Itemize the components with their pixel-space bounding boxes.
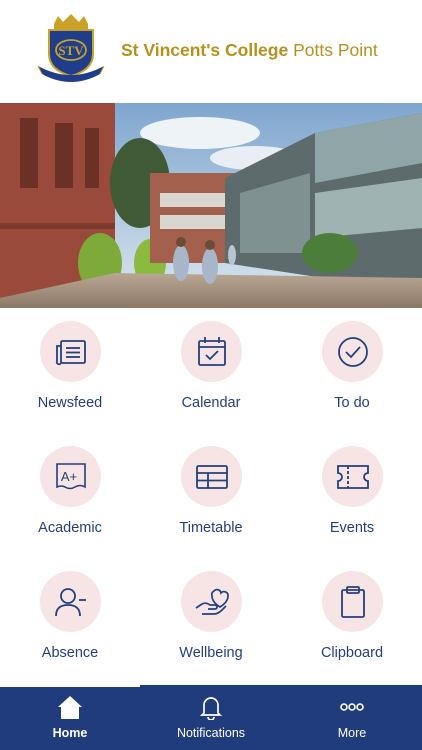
tile-absence[interactable]: Absence [0, 558, 140, 683]
tile-label: Newsfeed [37, 395, 103, 411]
tile-circle [181, 571, 242, 632]
tile-clipboard[interactable]: Clipboard [282, 558, 422, 683]
calendar-icon [197, 336, 226, 366]
tile-circle: A+ [40, 446, 101, 507]
absence-user-icon [54, 587, 86, 616]
college-name: St Vincent's College Potts Point [121, 40, 378, 61]
tile-circle [181, 446, 242, 507]
tile-circle [322, 321, 383, 382]
tile-events[interactable]: Events [282, 433, 422, 558]
campus-hero-image [0, 103, 422, 308]
todo-check-icon [337, 336, 368, 367]
tile-newsfeed[interactable]: Newsfeed [0, 308, 140, 433]
bell-icon [199, 697, 223, 720]
app-header: STV St Vincent's College Potts Point [0, 0, 422, 103]
academic-grade-icon: A+ [55, 462, 86, 489]
clipboard-icon [340, 585, 365, 618]
tab-label: Notifications [176, 726, 246, 740]
tile-circle [40, 321, 101, 382]
timetable-icon [195, 464, 228, 489]
tile-label: Academic [38, 520, 102, 536]
more-dots-icon [340, 703, 364, 711]
tab-more[interactable]: More [282, 685, 422, 750]
tile-circle [40, 571, 101, 632]
tile-wellbeing[interactable]: Wellbeing [141, 558, 281, 683]
crest-text: STV [58, 43, 84, 58]
tile-label: Clipboard [320, 645, 384, 661]
tile-todo[interactable]: To do [282, 308, 422, 433]
tab-notifications[interactable]: Notifications [141, 685, 281, 750]
home-icon [58, 696, 82, 719]
tile-label: Calendar [181, 395, 241, 411]
tile-label: To do [334, 395, 370, 411]
newsfeed-icon [55, 339, 86, 365]
tile-label: Events [329, 520, 375, 536]
tile-circle [322, 571, 383, 632]
tile-label: Absence [41, 645, 99, 661]
feature-grid: Newsfeed Calendar To do A+ Academic Time… [0, 308, 422, 685]
tile-timetable[interactable]: Timetable [141, 433, 281, 558]
college-name-light: Potts Point [293, 40, 378, 60]
tile-academic[interactable]: A+ Academic [0, 433, 140, 558]
tile-label: Wellbeing [179, 645, 243, 661]
bottom-tab-bar: Home Notifications More [0, 685, 422, 750]
tab-label: More [337, 726, 367, 740]
tile-circle [322, 446, 383, 507]
tab-label: Home [52, 726, 88, 740]
tab-home[interactable]: Home [0, 685, 140, 750]
college-crest-logo: STV [36, 14, 106, 86]
wellbeing-hand-heart-icon [195, 588, 229, 615]
events-ticket-icon [336, 464, 369, 489]
tile-calendar[interactable]: Calendar [141, 308, 281, 433]
tile-circle [181, 321, 242, 382]
svg-text:A+: A+ [60, 469, 76, 484]
tile-label: Timetable [179, 520, 243, 536]
college-name-bold: St Vincent's College [121, 40, 289, 60]
